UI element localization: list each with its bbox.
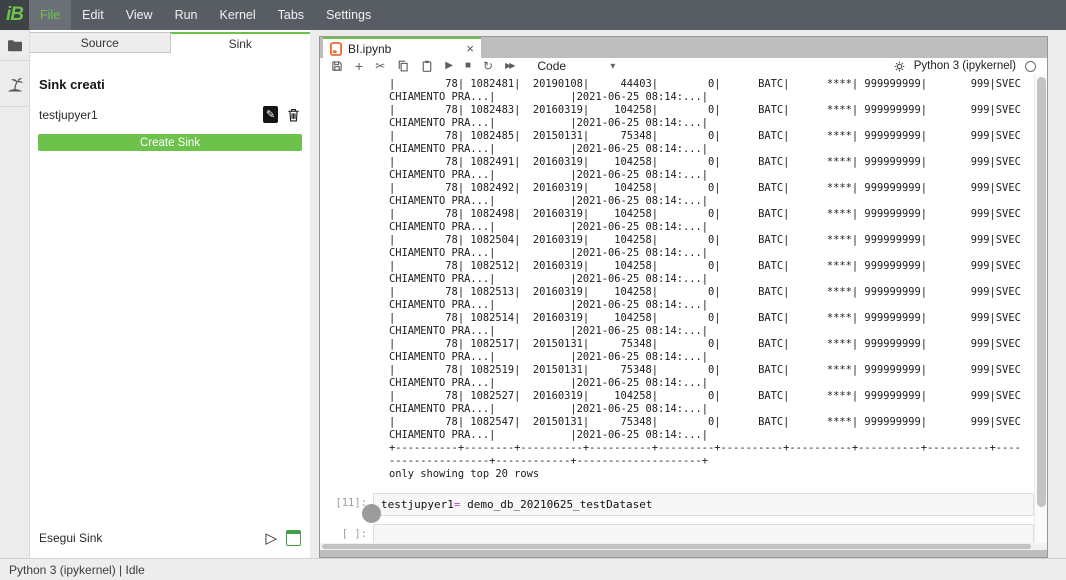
menu-tabs[interactable]: Tabs xyxy=(267,0,315,30)
code-variable: testjupyer1 xyxy=(381,498,454,511)
create-sink-button[interactable]: Create Sink xyxy=(38,134,302,151)
app-logo-text: iB xyxy=(6,4,23,26)
horizontal-scrollbar-thumb[interactable] xyxy=(322,544,1031,549)
activity-bar xyxy=(0,30,30,559)
cell-type-value: Code xyxy=(537,59,566,73)
horizontal-scrollbar[interactable] xyxy=(320,543,1047,550)
esegui-sink-label: Esegui Sink xyxy=(39,531,265,545)
kernel-name[interactable]: Python 3 (ipykernel) xyxy=(914,60,1016,72)
activity-extension-tab[interactable] xyxy=(0,61,29,107)
menu-run[interactable]: Run xyxy=(164,0,209,30)
vertical-scrollbar[interactable] xyxy=(1034,74,1047,550)
code-cell: [11]: testjupyer1= demo_db_20210625_test… xyxy=(320,493,1047,516)
kernel-status-text[interactable]: Python 3 (ipykernel) | Idle xyxy=(9,563,145,577)
menu-kernel[interactable]: Kernel xyxy=(209,0,267,30)
tab-sink[interactable]: Sink xyxy=(170,32,311,53)
stop-icon[interactable]: ■ xyxy=(465,61,471,71)
notebook-file-icon xyxy=(330,42,342,56)
run-icon[interactable]: ▶ xyxy=(445,61,453,71)
close-icon[interactable]: × xyxy=(466,42,474,55)
status-bar: Python 3 (ipykernel) | Idle xyxy=(0,558,1066,580)
notebook-panel: BI.ipynb × + ✂ ▶ ■ ↻ ▶▶ Code ▾ xyxy=(319,36,1048,558)
gear-icon[interactable] xyxy=(894,61,905,72)
cut-icon[interactable]: ✂ xyxy=(375,60,385,72)
vertical-scrollbar-thumb[interactable] xyxy=(1037,77,1046,507)
cursor-click-indicator xyxy=(362,504,381,523)
notebook-tab-title: BI.ipynb xyxy=(348,42,460,56)
menu-view[interactable]: View xyxy=(115,0,164,30)
open-panel-icon[interactable] xyxy=(286,530,301,546)
sink-list-item: testjupyer1 ✎ xyxy=(39,106,301,123)
menu-file[interactable]: File xyxy=(29,0,71,30)
esegui-sink-row: Esegui Sink ▷ xyxy=(39,530,301,546)
island-extension-icon xyxy=(5,75,25,92)
cell-output-text: | 78| 1082481| 20190108| 44403| 0| BATC|… xyxy=(389,78,1047,481)
tab-source[interactable]: Source xyxy=(30,32,170,53)
notebook-toolbar: + ✂ ▶ ■ ↻ ▶▶ Code ▾ Python 3 (ipykernel) xyxy=(320,58,1047,75)
top-menubar: iB File Edit View Run Kernel Tabs Settin… xyxy=(0,0,1066,30)
menu-settings[interactable]: Settings xyxy=(315,0,382,30)
run-all-icon[interactable]: ▶▶ xyxy=(505,62,513,70)
save-icon[interactable] xyxy=(331,60,343,72)
run-outline-icon[interactable]: ▷ xyxy=(265,531,277,546)
code-cell-input[interactable]: testjupyer1= demo_db_20210625_testDatase… xyxy=(373,493,1034,516)
paste-icon[interactable] xyxy=(421,60,433,72)
files-folder-icon xyxy=(7,39,23,52)
chevron-down-icon: ▾ xyxy=(610,61,615,72)
panel-tabbar: Source Sink xyxy=(30,32,310,53)
add-cell-icon[interactable]: + xyxy=(355,59,363,73)
app-logo[interactable]: iB xyxy=(0,0,29,30)
edit-icon[interactable]: ✎ xyxy=(263,106,278,123)
notebook-tabbar: BI.ipynb × xyxy=(320,37,1047,58)
panel-heading: Sink creati xyxy=(39,77,310,92)
sink-item-name: testjupyer1 xyxy=(39,108,263,122)
notebook-content: | 78| 1082481| 20190108| 44403| 0| BATC|… xyxy=(320,74,1047,550)
activity-files-tab[interactable] xyxy=(0,30,29,61)
code-rest: demo_db_20210625_testDataset xyxy=(460,498,652,511)
sink-source-panel: Source Sink Sink creati testjupyer1 ✎ Cr… xyxy=(30,30,310,559)
trash-icon[interactable] xyxy=(286,107,301,123)
restart-kernel-icon[interactable]: ↻ xyxy=(483,60,493,72)
kernel-area: Python 3 (ipykernel) xyxy=(894,60,1036,72)
idle-circle-icon[interactable] xyxy=(1025,61,1036,72)
menu-edit[interactable]: Edit xyxy=(71,0,115,30)
cell-type-dropdown[interactable]: Code ▾ xyxy=(537,59,615,73)
notebook-tab[interactable]: BI.ipynb × xyxy=(323,37,481,58)
copy-icon[interactable] xyxy=(397,60,409,72)
